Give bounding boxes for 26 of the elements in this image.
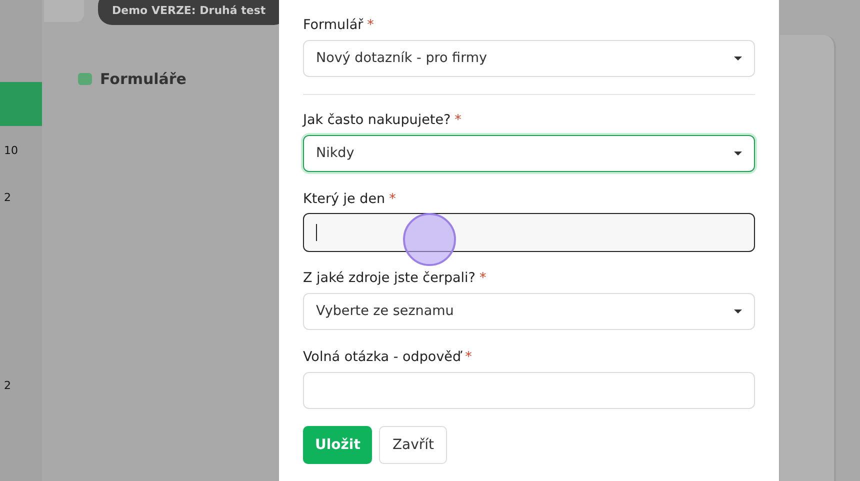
close-button[interactable]: Zavřít <box>379 426 448 464</box>
select-field[interactable]: Nový dotazník - pro firmy <box>303 40 755 77</box>
required-mark: * <box>479 270 486 286</box>
sidebar-count: 2 <box>4 190 11 206</box>
required-mark: * <box>367 17 374 33</box>
dropdown-caret-icon <box>734 151 742 156</box>
required-mark: * <box>454 112 462 128</box>
dropdown-caret-icon <box>734 56 742 61</box>
sidebar-count: 2 <box>4 378 11 394</box>
field-label: Formulář <box>303 17 364 33</box>
input-field[interactable] <box>303 213 755 252</box>
sidebar-count: 10 <box>4 143 18 159</box>
field-label: Který je den <box>303 191 386 207</box>
form-icon <box>78 73 92 86</box>
text-cursor <box>316 224 317 241</box>
field-label: Volná otázka - odpověď <box>303 349 462 365</box>
field-label: Z jaké zdroje jste čerpali? <box>303 270 476 286</box>
select-field[interactable]: Vyberte ze seznamu <box>303 293 755 330</box>
required-mark: * <box>465 349 472 365</box>
add-button[interactable] <box>0 82 42 126</box>
required-mark: * <box>389 191 396 207</box>
select-field[interactable]: Nikdy <box>303 135 755 172</box>
page-heading: Formuláře <box>100 69 186 90</box>
click-indicator <box>403 213 456 266</box>
dropdown-caret-icon <box>734 309 742 314</box>
field-label: Jak často nakupujete? <box>303 112 451 128</box>
